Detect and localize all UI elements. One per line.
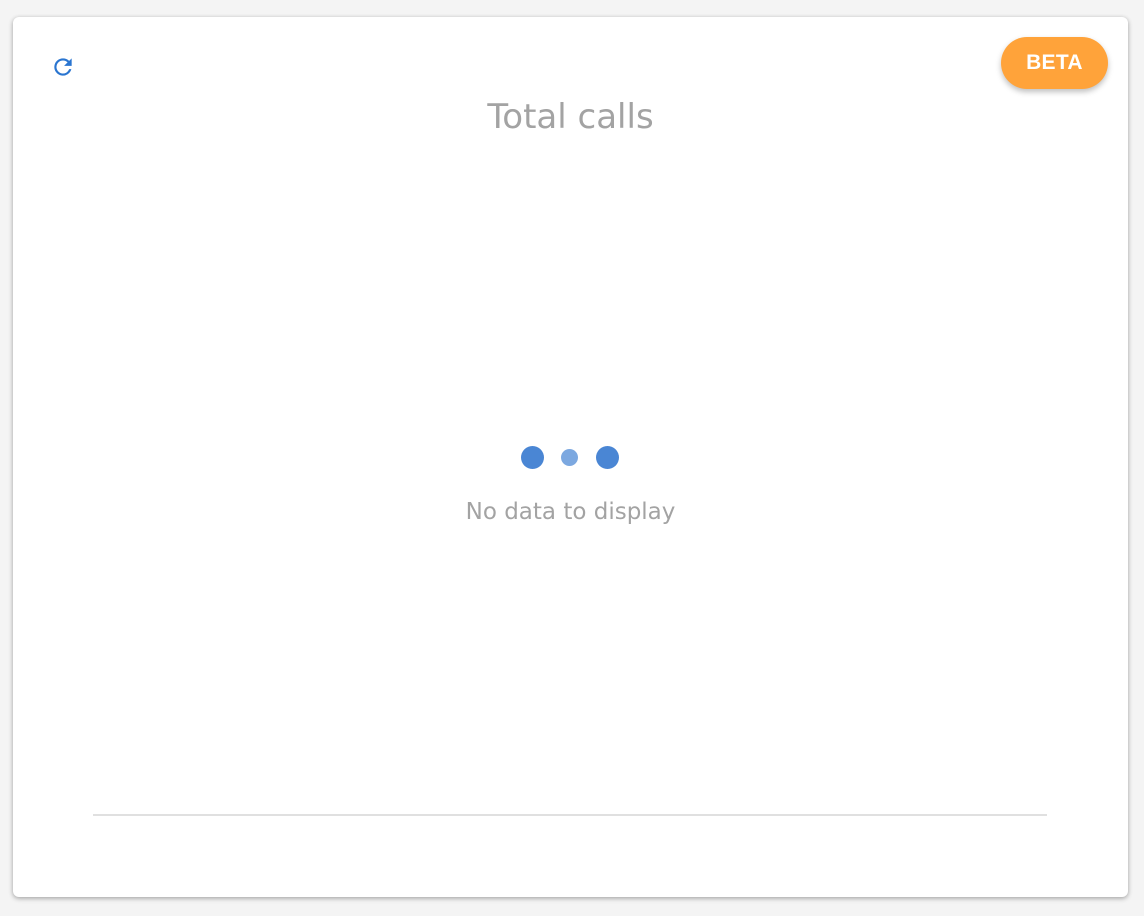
divider: [93, 814, 1047, 816]
beta-badge: BETA: [1001, 37, 1108, 89]
empty-state-message: No data to display: [465, 499, 676, 525]
refresh-button[interactable]: [49, 53, 77, 81]
loading-dot: [561, 449, 578, 466]
refresh-icon: [54, 58, 72, 76]
loading-indicator: [519, 445, 621, 469]
widget-title: Total calls: [487, 97, 654, 137]
total-calls-card: BETA Total calls No data to display: [13, 17, 1128, 897]
loading-dot: [596, 446, 619, 469]
loading-dot: [521, 446, 544, 469]
